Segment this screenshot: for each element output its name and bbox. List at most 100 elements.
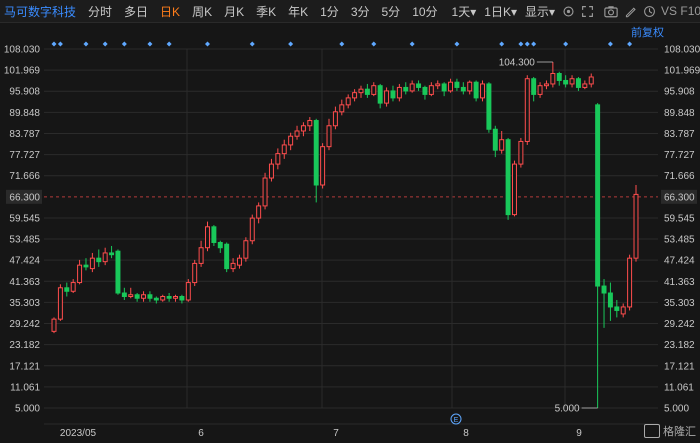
camera-icon[interactable]: [604, 3, 618, 19]
event-markers: [51, 41, 633, 47]
draw-icon[interactable]: [624, 3, 637, 19]
candle-body: [358, 88, 364, 94]
candle-body: [147, 294, 153, 299]
tab-3min[interactable]: 3分: [345, 3, 376, 20]
event-marker: [524, 41, 530, 47]
candle-body: [575, 78, 581, 88]
y-tick-label: 101.969: [4, 66, 41, 77]
tab-yearly-k[interactable]: 年K: [282, 3, 314, 20]
candle-body: [134, 294, 140, 299]
candle-body: [454, 81, 460, 88]
candle-body: [588, 76, 594, 85]
event-marker: [249, 41, 255, 47]
candle-body: [185, 282, 191, 301]
candle-body: [486, 83, 492, 130]
candle-body: [160, 295, 166, 301]
kline-select[interactable]: 1日K▾: [480, 3, 521, 20]
candle-body: [320, 146, 326, 186]
y-tick-label: 29.242: [9, 319, 40, 330]
settings-icon[interactable]: [562, 3, 575, 19]
event-marker: [499, 41, 505, 47]
tab-monthly-k[interactable]: 月K: [218, 3, 250, 20]
tab-5min[interactable]: 5分: [376, 3, 407, 20]
grid: [44, 48, 658, 425]
watermark-text: 格隆汇: [663, 426, 696, 438]
tab-10min[interactable]: 10分: [406, 3, 443, 20]
tab-daily-k[interactable]: 日K: [154, 3, 186, 20]
candle-body: [627, 257, 633, 308]
candle-body: [607, 292, 613, 308]
candle-body: [313, 120, 319, 186]
y-tick-label: 47.424: [9, 256, 40, 267]
tab-multiday[interactable]: 多日: [118, 3, 154, 20]
event-marker: [83, 41, 89, 47]
x-tick-label: 7: [333, 428, 339, 439]
candle-body: [115, 250, 121, 294]
candle-body: [601, 285, 607, 294]
period-select-value: 1天: [451, 4, 471, 19]
tab-intraday[interactable]: 分时: [82, 3, 118, 20]
candle-body: [217, 241, 223, 249]
x-tick-label: 8: [463, 428, 469, 439]
y-tick-label: 5.000: [664, 404, 689, 415]
tab-1min[interactable]: 1分: [314, 3, 345, 20]
x-axis: 2023/05 6 7 8 9: [60, 428, 582, 439]
y-tick-label: 89.848: [9, 108, 40, 119]
kline-select-value: 1日K: [484, 4, 511, 19]
event-marker: [454, 41, 460, 47]
candle-body: [205, 226, 210, 249]
tab-weekly-k[interactable]: 周K: [186, 3, 218, 20]
candle-body: [275, 153, 281, 165]
candle-body: [448, 81, 454, 92]
watermark: 格隆汇: [644, 423, 696, 439]
x-tick-label: 2023/05: [60, 428, 97, 439]
candle-body: [512, 163, 517, 216]
candle-body: [384, 90, 390, 104]
candle-body: [51, 318, 57, 332]
y-tick-label: 23.182: [9, 340, 40, 351]
candle-body: [396, 86, 402, 99]
event-marker: [518, 41, 524, 47]
event-marker: [51, 41, 57, 47]
candle-body: [64, 287, 70, 292]
kline-chart[interactable]: 108.030 108.030 101.969 101.969 95.908 95.908…: [0, 22, 700, 443]
y-tick-label: 77.727: [664, 150, 695, 161]
y-tick-label: 29.242: [664, 319, 695, 330]
candle-body: [102, 252, 108, 263]
candle-body: [332, 111, 338, 127]
stock-name[interactable]: 马可数字科技: [4, 3, 76, 20]
y-tick-label: 35.303: [9, 298, 40, 309]
candle-body: [153, 297, 159, 301]
y-tick-label: 95.908: [9, 87, 40, 98]
candle-body: [96, 257, 102, 263]
event-marker: [371, 41, 377, 47]
high-annotation: 104.300: [499, 57, 536, 68]
display-select[interactable]: 显示▾: [521, 3, 559, 20]
candle-body: [518, 140, 524, 165]
candle-body: [499, 139, 505, 151]
candle-body: [307, 120, 313, 127]
candle-body: [339, 104, 345, 113]
x-tick-label: 6: [198, 428, 204, 439]
y-tick-label: 71.666: [9, 171, 40, 182]
y-tick-label: 108.030: [4, 45, 41, 56]
event-marker: [563, 41, 569, 47]
expand-icon[interactable]: [581, 3, 594, 19]
y-tick-label: 71.666: [664, 171, 695, 182]
y-tick-label: 83.787: [9, 129, 40, 140]
candle-body: [390, 90, 396, 99]
y-tick-label: 59.545: [9, 213, 40, 224]
y-tick-label: 89.848: [664, 108, 695, 119]
y-tick-label: 5.000: [15, 404, 40, 415]
candle-body: [543, 83, 549, 87]
clock-icon[interactable]: [643, 3, 656, 19]
vs-f10-link[interactable]: VS F10: [661, 4, 700, 18]
event-marker: [166, 41, 172, 47]
event-e-letter: E: [454, 417, 459, 424]
event-marker: [121, 41, 127, 47]
period-select[interactable]: 1天▾: [448, 3, 481, 20]
candle-body: [294, 130, 300, 137]
tab-quarterly-k[interactable]: 季K: [250, 3, 282, 20]
y-tick-label: 11.061: [664, 382, 694, 393]
candle-body: [198, 247, 204, 264]
